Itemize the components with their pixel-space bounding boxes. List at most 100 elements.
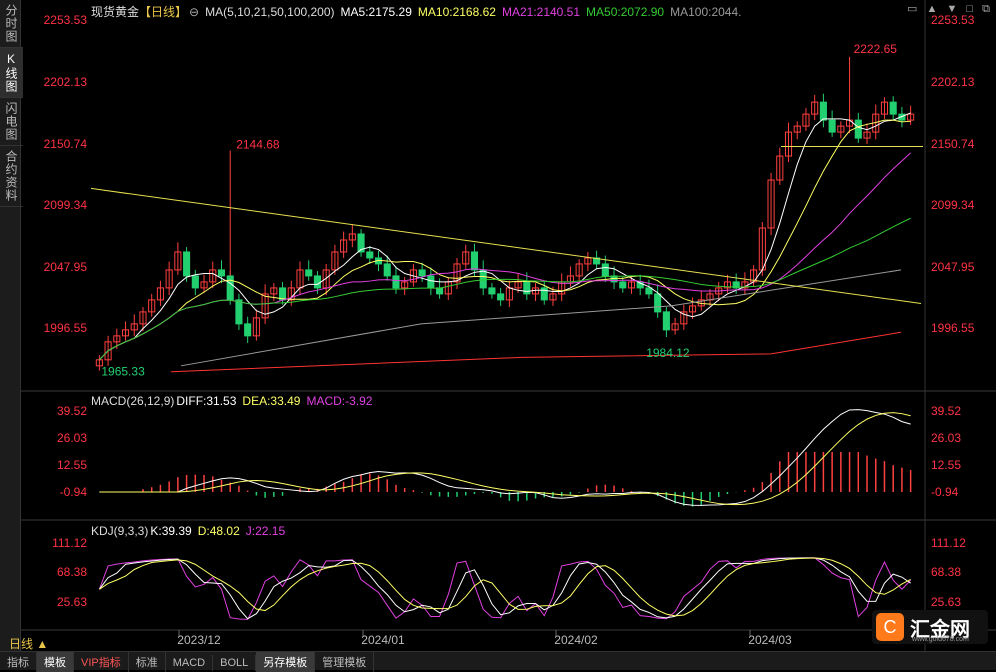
kdj-j: J:22.15: [245, 524, 286, 538]
chart-canvas: 2253.53 2253.532202.13 2202.132150.74 2150.…: [21, 0, 996, 651]
kdj-d-line: [99, 557, 911, 617]
trendline: [90, 187, 922, 304]
candle-body: [619, 281, 627, 289]
macd-axis-left-label: 26.03: [57, 431, 87, 445]
candle-body: [645, 287, 653, 295]
candle-body: [819, 101, 827, 121]
candle-body: [540, 287, 548, 301]
tab-contract-info[interactable]: 合约资料: [0, 146, 23, 207]
kdj-axis-left-label: 68.38: [57, 565, 87, 579]
macd-diff: DIFF:31.53: [176, 394, 237, 408]
bottom-tab-save-template[interactable]: 另存模板: [256, 652, 316, 672]
tab-timeshare[interactable]: 分时图: [0, 0, 23, 48]
date-label: 2024/01: [361, 633, 405, 647]
candle-body: [662, 311, 670, 331]
kdj-d: D:48.02: [197, 524, 240, 538]
macd-axis-left-label: 12.55: [57, 458, 87, 472]
candle-body: [601, 263, 609, 277]
candle-body: [479, 269, 487, 289]
ma10-value: MA10:2168.62: [417, 5, 496, 19]
ma21-line: [99, 152, 911, 361]
down-icon[interactable]: ▼: [946, 3, 957, 15]
bottom-tab-template[interactable]: 模板: [37, 652, 74, 672]
kdj-legend: KDJ(9,3,3) K:39.39 D:48.02 J:22.15: [91, 524, 291, 538]
candle-body: [523, 281, 531, 295]
macd-axis-right-label: 26.03: [931, 431, 961, 445]
bottom-tab-indicator[interactable]: 指标: [0, 652, 37, 672]
candle-body: [305, 269, 313, 277]
date-label: 2024/03: [748, 633, 792, 647]
period-selector[interactable]: 日线 ▲: [9, 635, 48, 652]
price-axis-left-label: 1996.55: [44, 321, 88, 335]
restore-icon[interactable]: ⧉: [982, 3, 990, 15]
price-axis-right-label: 2150.74: [931, 137, 975, 151]
annotation-high-dec: 2144.68: [236, 137, 280, 151]
left-sidebar: 分时图 K线图 闪电图 合约资料: [0, 0, 23, 651]
macd-axis-right-label: 39.52: [931, 404, 961, 418]
candle-body: [366, 251, 374, 259]
ma50-value: MA50:2072.90: [586, 5, 665, 19]
window-controls: ▭ ▲ ▼ □ ⧉: [901, 2, 990, 16]
price-axis-left-label: 2150.74: [44, 137, 88, 151]
ma5-value: MA5:2175.29: [340, 5, 412, 19]
price-axis-right-label: 2099.34: [931, 198, 975, 212]
macd-axis-left-label: -0.94: [60, 485, 88, 499]
kdj-k: K:39.39: [150, 524, 192, 538]
ma200-line: [170, 331, 902, 373]
up-icon[interactable]: ▲: [927, 3, 938, 15]
kdj-axis-right-label: 25.63: [931, 595, 961, 609]
kdj-axis-right-label: 68.38: [931, 565, 961, 579]
logo-url: www.gold678.com: [912, 636, 969, 643]
kdj-axis-right-label: 111.12: [931, 536, 966, 550]
candle-body: [470, 251, 479, 271]
candle-body: [427, 275, 435, 289]
bottom-tab-vip[interactable]: VIP指标: [74, 652, 129, 672]
annotation-high-all: 2222.65: [854, 42, 898, 56]
price-axis-left-label: 2099.34: [44, 198, 88, 212]
price-axis-left-label: 2253.53: [44, 13, 88, 27]
maximize-icon[interactable]: □: [966, 3, 973, 15]
annotation-low-nov: 1965.33: [101, 364, 145, 378]
price-axis-right-label: 1996.55: [931, 321, 975, 335]
candle-body: [383, 263, 391, 277]
kdj-axis-left-label: 25.63: [57, 595, 87, 609]
macd-axis-right-label: -0.94: [931, 485, 959, 499]
period-label[interactable]: 【日线】: [139, 5, 187, 19]
price-axis-left-label: 2047.95: [44, 260, 88, 274]
tab-flash-chart[interactable]: 闪电图: [0, 98, 23, 146]
candle-body: [488, 287, 496, 295]
symbol-name: 现货黄金: [91, 5, 140, 19]
candle-body: [226, 275, 234, 301]
price-axis-right-label: 2202.13: [931, 75, 975, 89]
bottom-toolbar: 指标 模板 VIP指标 标准 MACD BOLL 另存模板 管理模板: [0, 651, 996, 672]
candle-body: [313, 275, 321, 289]
tab-kline[interactable]: K线图: [0, 48, 23, 98]
price-axis-left-label: 2202.13: [44, 75, 88, 89]
annotation-low-feb: 1984.12: [646, 346, 690, 360]
ma21-value: MA21:2140.51: [501, 5, 581, 19]
bottom-tab-standard[interactable]: 标准: [129, 652, 166, 672]
settings-icon[interactable]: ⊖: [189, 5, 199, 19]
candle-body: [183, 251, 191, 277]
candle-body: [436, 287, 444, 295]
date-label: 2024/02: [554, 633, 598, 647]
ma100-value: MA100:2044.: [670, 5, 742, 19]
kdj-params: KDJ(9,3,3): [91, 524, 149, 538]
candle-body: [497, 293, 505, 301]
chart-area: 2253.53 2253.53 2202.13 2202.13 2150.74 2150.…: [21, 0, 996, 651]
macd-params: MACD(26,12,9): [91, 394, 175, 408]
minus-icon[interactable]: ▭: [907, 3, 917, 15]
bottom-tab-manage-template[interactable]: 管理模板: [315, 652, 375, 672]
candle-body: [654, 293, 662, 313]
candle-body: [217, 269, 226, 277]
macd-value: MACD:-3.92: [306, 394, 373, 408]
gold678-logo: C 汇金网 www.gold678.com: [872, 610, 988, 644]
macd-axis-left-label: 39.52: [57, 404, 87, 418]
ma-legend: 现货黄金【日线】 ⊖ MA(5,10,21,50,100,200) MA5:2175.…: [91, 3, 747, 20]
candle-body: [235, 299, 243, 325]
price-axis-right-label: 2047.95: [931, 260, 975, 274]
date-label: 2023/12: [177, 633, 221, 647]
candle-body: [828, 119, 836, 133]
kdj-axis-left-label: 111.12: [52, 536, 87, 550]
candle-body: [854, 119, 862, 139]
